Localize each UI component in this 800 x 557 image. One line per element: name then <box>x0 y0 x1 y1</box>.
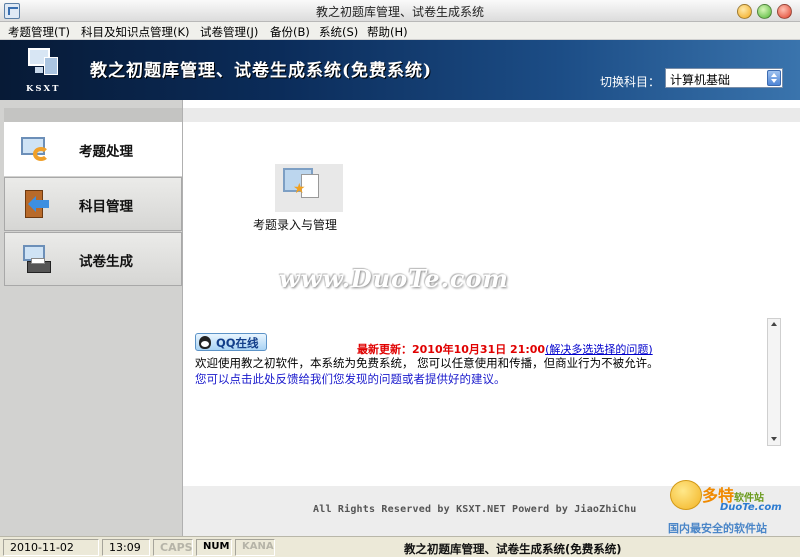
feedback-link[interactable]: 您可以点击此处反馈给我们您发现的问题或者提供好的建议。 <box>195 371 506 387</box>
nav-item-paper-generation[interactable]: 试卷生成 <box>4 232 182 286</box>
nav-item-label: 考题处理 <box>79 144 133 160</box>
paper-print-icon <box>21 245 51 273</box>
header-banner: KSXT 教之初题库管理、试卷生成系统(免费系统) 切换科目： 计算机基础 <box>0 40 800 100</box>
nav-item-question-process[interactable]: 考题处理 <box>4 122 182 176</box>
banner-title: 教之初题库管理、试卷生成系统(免费系统) <box>90 61 433 81</box>
app-window: 教之初题库管理、试卷生成系统 考题管理(T) 科目及知识点管理(K) 试卷管理(… <box>0 0 800 557</box>
main-panel: ★ 考题录入与管理 www.DuoTe.com QQ在线 最新更新：2010年1… <box>183 100 800 536</box>
copyright-text: All Rights Reserved by KSXT.NET Powerd b… <box>313 504 637 515</box>
menu-question-management[interactable]: 考题管理(T) <box>8 24 70 40</box>
select-arrow-icon[interactable] <box>767 70 781 86</box>
menu-subject-knowledge[interactable]: 科目及知识点管理(K) <box>81 24 190 40</box>
duote-watermark: www.DuoTe.com <box>279 264 509 293</box>
subject-select[interactable]: 计算机基础 <box>665 68 783 88</box>
maximize-button[interactable] <box>757 4 772 19</box>
news-scrollbar[interactable] <box>767 318 781 446</box>
question-entry-tile[interactable]: ★ 考题录入与管理 <box>253 160 345 240</box>
question-entry-label: 考题录入与管理 <box>253 218 338 232</box>
status-bar: 2010-11-02 13:09 CAPS NUM KANA 教之初题库管理、试… <box>0 536 800 557</box>
site-logo-slogan: 国内最安全的软件站 <box>668 522 767 535</box>
menu-help[interactable]: 帮助(H) <box>367 24 408 40</box>
status-time: 13:09 <box>102 539 150 556</box>
window-title: 教之初题库管理、试卷生成系统 <box>315 5 484 19</box>
menu-paper-management[interactable]: 试卷管理(J) <box>200 24 258 40</box>
nav-header-strip <box>4 108 182 122</box>
minimize-button[interactable] <box>737 4 752 19</box>
status-kana: KANA <box>235 539 275 556</box>
nav-item-subject-management[interactable]: 科目管理 <box>4 177 182 231</box>
qq-penguin-icon <box>199 336 211 349</box>
mascot-icon <box>670 480 702 510</box>
subject-select-value: 计算机基础 <box>670 73 731 87</box>
status-date: 2010-11-02 <box>3 539 99 556</box>
question-process-icon <box>21 135 51 163</box>
status-num: NUM <box>196 539 232 556</box>
scroll-up-icon[interactable] <box>768 319 780 331</box>
menu-backup[interactable]: 备份(B) <box>270 24 310 40</box>
switch-subject-label: 切换科目： <box>600 75 661 89</box>
logo-text: KSXT <box>26 84 61 94</box>
duote-site-logo: 多特软件站 DuoTe.com 国内最安全的软件站 <box>668 480 798 540</box>
site-logo-url: DuoTe.com <box>720 502 782 513</box>
main-header-strip <box>183 108 800 122</box>
ksxt-logo-icon <box>26 48 60 78</box>
welcome-text: 欢迎使用教之初软件，本系统为免费系统， 您可以任意使用和传播，但商业行为不被允许… <box>195 356 659 370</box>
status-app-title: 教之初题库管理、试卷生成系统(免费系统) <box>404 542 622 556</box>
subject-door-icon <box>21 190 51 218</box>
scroll-down-icon[interactable] <box>768 433 780 445</box>
nav-item-label: 试卷生成 <box>79 254 133 270</box>
status-caps: CAPS <box>153 539 193 556</box>
nav-item-label: 科目管理 <box>79 199 133 215</box>
qq-online-button[interactable]: QQ在线 <box>195 333 267 351</box>
menu-bar: 考题管理(T) 科目及知识点管理(K) 试卷管理(J) 备份(B) 系统(S) … <box>0 22 800 40</box>
menu-system[interactable]: 系统(S) <box>319 24 358 40</box>
title-bar: 教之初题库管理、试卷生成系统 <box>0 0 800 22</box>
close-button[interactable] <box>777 4 792 19</box>
left-navigation: 考题处理 科目管理 试卷生成 <box>0 100 183 536</box>
qq-online-label: QQ在线 <box>216 336 259 350</box>
